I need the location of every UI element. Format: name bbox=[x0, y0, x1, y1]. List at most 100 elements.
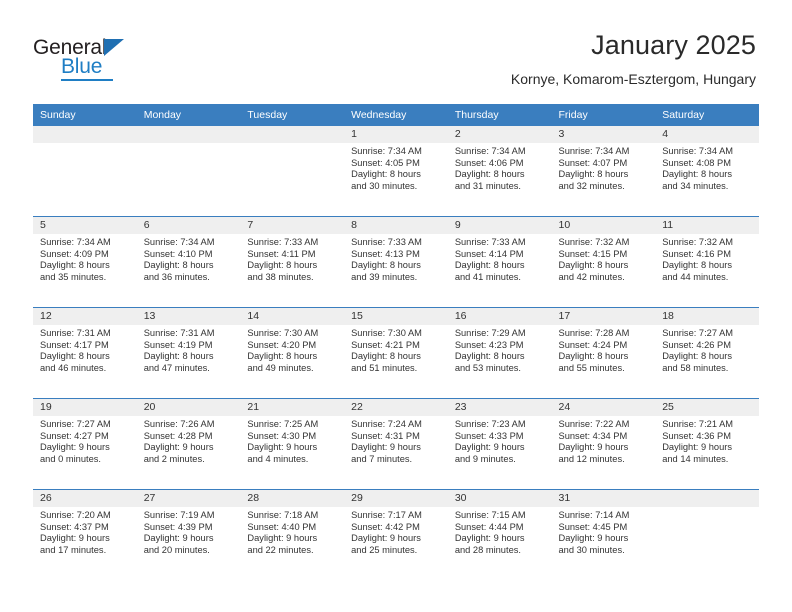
daylight-text-line1: Daylight: 9 hours bbox=[662, 442, 732, 453]
cell-inner: 9 Sunrise: 7:33 AM Sunset: 4:14 PM Daylight… bbox=[447, 217, 552, 307]
sunrise-text: Sunrise: 7:22 AM bbox=[558, 419, 630, 429]
day-number: 4 bbox=[655, 126, 759, 143]
daylight-text-line1: Daylight: 8 hours bbox=[558, 351, 629, 362]
day-number: 3 bbox=[551, 126, 656, 143]
day-number: 6 bbox=[136, 217, 241, 234]
calendar-cell-empty bbox=[240, 126, 345, 217]
calendar-day-cell[interactable]: 15 Sunrise: 7:30 AM Sunset: 4:21 PM Dayligh… bbox=[344, 307, 448, 399]
calendar-day-cell[interactable]: 1 Sunrise: 7:34 AM Sunset: 4:05 PM Daylight… bbox=[344, 126, 448, 217]
calendar-day-cell[interactable]: 23 Sunrise: 7:23 AM Sunset: 4:33 PM Dayligh… bbox=[447, 398, 552, 490]
daylight-text-line1: Daylight: 9 hours bbox=[454, 533, 525, 544]
title-block: January 2025 Kornye, Komarom-Esztergom, … bbox=[511, 28, 756, 88]
calendar-body: 1 Sunrise: 7:34 AM Sunset: 4:05 PM Daylight… bbox=[33, 126, 759, 580]
cell-inner: 29 Sunrise: 7:17 AM Sunset: 4:42 PM Dayligh… bbox=[344, 490, 448, 580]
daylight-text-line1: Daylight: 9 hours bbox=[454, 442, 525, 453]
logo-triangle-icon bbox=[104, 39, 124, 56]
sunset-text: Sunset: 4:14 PM bbox=[454, 248, 524, 259]
calendar-day-cell[interactable]: 25 Sunrise: 7:21 AM Sunset: 4:36 PM Dayligh… bbox=[655, 398, 759, 490]
calendar-day-cell[interactable]: 19 Sunrise: 7:27 AM Sunset: 4:27 PM Dayligh… bbox=[33, 398, 137, 490]
day-number: 26 bbox=[33, 490, 137, 507]
sunset-text: Sunset: 4:06 PM bbox=[454, 157, 524, 168]
day-number: 19 bbox=[33, 399, 137, 416]
calendar-day-cell[interactable]: 8 Sunrise: 7:33 AM Sunset: 4:13 PM Daylight… bbox=[344, 216, 448, 308]
cell-inner: 24 Sunrise: 7:22 AM Sunset: 4:34 PM Dayligh… bbox=[551, 399, 656, 489]
calendar-day-cell[interactable]: 12 Sunrise: 7:31 AM Sunset: 4:17 PM Dayligh… bbox=[33, 307, 137, 399]
sunset-text: Sunset: 4:36 PM bbox=[662, 430, 731, 441]
calendar-day-cell[interactable]: 5 Sunrise: 7:34 AM Sunset: 4:09 PM Daylight… bbox=[33, 216, 137, 308]
daylight-text-line1: Daylight: 9 hours bbox=[558, 442, 629, 453]
daylight-text-line2: and 2 minutes. bbox=[143, 453, 205, 464]
calendar-day-cell[interactable]: 21 Sunrise: 7:25 AM Sunset: 4:30 PM Dayligh… bbox=[240, 398, 345, 490]
calendar-day-cell[interactable]: 3 Sunrise: 7:34 AM Sunset: 4:07 PM Daylight… bbox=[551, 126, 656, 217]
calendar-day-cell[interactable]: 7 Sunrise: 7:33 AM Sunset: 4:11 PM Daylight… bbox=[240, 216, 345, 308]
day-number: 22 bbox=[344, 399, 448, 416]
cell-inner: 5 Sunrise: 7:34 AM Sunset: 4:09 PM Daylight… bbox=[33, 217, 137, 307]
sun-details: Sunrise: 7:27 AM Sunset: 4:27 PM Daylight:… bbox=[33, 416, 137, 465]
daylight-text-line2: and 20 minutes. bbox=[143, 544, 210, 555]
calendar-day-cell[interactable]: 10 Sunrise: 7:32 AM Sunset: 4:15 PM Dayligh… bbox=[551, 216, 656, 308]
sunrise-text: Sunrise: 7:34 AM bbox=[351, 146, 422, 156]
cell-inner: 19 Sunrise: 7:27 AM Sunset: 4:27 PM Dayligh… bbox=[33, 399, 137, 489]
daylight-text-line1: Daylight: 8 hours bbox=[143, 260, 214, 271]
calendar-week-row: 5 Sunrise: 7:34 AM Sunset: 4:09 PM Daylight… bbox=[33, 216, 759, 308]
daylight-text-line2: and 41 minutes. bbox=[454, 271, 521, 282]
sunrise-text: Sunrise: 7:31 AM bbox=[40, 328, 111, 338]
cell-inner: 31 Sunrise: 7:14 AM Sunset: 4:45 PM Dayligh… bbox=[551, 490, 656, 580]
cell-inner: 30 Sunrise: 7:15 AM Sunset: 4:44 PM Dayligh… bbox=[447, 490, 552, 580]
daylight-text-line1: Daylight: 8 hours bbox=[40, 260, 110, 271]
sun-details: Sunrise: 7:34 AM Sunset: 4:09 PM Daylight:… bbox=[33, 234, 137, 283]
sunrise-text: Sunrise: 7:14 AM bbox=[558, 510, 630, 520]
calendar-day-cell[interactable]: 24 Sunrise: 7:22 AM Sunset: 4:34 PM Dayligh… bbox=[551, 398, 656, 490]
sunset-text: Sunset: 4:31 PM bbox=[351, 430, 420, 441]
calendar-week-row: 26 Sunrise: 7:20 AM Sunset: 4:37 PM Dayligh… bbox=[33, 489, 759, 580]
general-blue-logo: General Blue bbox=[33, 36, 153, 82]
calendar-day-cell[interactable]: 4 Sunrise: 7:34 AM Sunset: 4:08 PM Daylight… bbox=[655, 126, 759, 217]
sunset-text: Sunset: 4:39 PM bbox=[143, 521, 213, 532]
calendar-day-cell[interactable]: 31 Sunrise: 7:14 AM Sunset: 4:45 PM Dayligh… bbox=[551, 489, 656, 580]
sunset-text: Sunset: 4:42 PM bbox=[351, 521, 420, 532]
calendar-day-cell[interactable]: 30 Sunrise: 7:15 AM Sunset: 4:44 PM Dayligh… bbox=[447, 489, 552, 580]
calendar-day-cell[interactable]: 17 Sunrise: 7:28 AM Sunset: 4:24 PM Dayligh… bbox=[551, 307, 656, 399]
calendar-day-cell[interactable]: 28 Sunrise: 7:18 AM Sunset: 4:40 PM Dayligh… bbox=[240, 489, 345, 580]
sunset-text: Sunset: 4:44 PM bbox=[454, 521, 524, 532]
calendar-day-cell[interactable]: 27 Sunrise: 7:19 AM Sunset: 4:39 PM Dayligh… bbox=[136, 489, 241, 580]
cell-inner: 28 Sunrise: 7:18 AM Sunset: 4:40 PM Dayligh… bbox=[240, 490, 345, 580]
daylight-text-line1: Daylight: 8 hours bbox=[247, 260, 318, 271]
day-number: 16 bbox=[447, 308, 552, 325]
daylight-text-line1: Daylight: 8 hours bbox=[40, 351, 110, 362]
weekday-header-friday: Friday bbox=[551, 104, 656, 126]
daylight-text-line2: and 39 minutes. bbox=[351, 271, 418, 282]
calendar-day-cell[interactable]: 14 Sunrise: 7:30 AM Sunset: 4:20 PM Dayligh… bbox=[240, 307, 345, 399]
calendar-day-cell[interactable]: 22 Sunrise: 7:24 AM Sunset: 4:31 PM Dayligh… bbox=[344, 398, 448, 490]
weekday-header-wednesday: Wednesday bbox=[344, 104, 448, 126]
day-number: 12 bbox=[33, 308, 137, 325]
daylight-text-line1: Daylight: 9 hours bbox=[40, 533, 110, 544]
calendar-day-cell[interactable]: 9 Sunrise: 7:33 AM Sunset: 4:14 PM Daylight… bbox=[447, 216, 552, 308]
page-subtitle: Kornye, Komarom-Esztergom, Hungary bbox=[510, 71, 756, 87]
calendar-day-cell[interactable]: 16 Sunrise: 7:29 AM Sunset: 4:23 PM Dayligh… bbox=[447, 307, 552, 399]
calendar-day-cell[interactable]: 2 Sunrise: 7:34 AM Sunset: 4:06 PM Daylight… bbox=[447, 126, 552, 217]
daylight-text-line2: and 36 minutes. bbox=[143, 271, 210, 282]
sunset-text: Sunset: 4:27 PM bbox=[40, 430, 109, 441]
cell-inner: 2 Sunrise: 7:34 AM Sunset: 4:06 PM Daylight… bbox=[447, 126, 552, 216]
daylight-text-line2: and 35 minutes. bbox=[40, 271, 107, 282]
calendar-cell-empty bbox=[136, 126, 241, 217]
calendar-day-cell[interactable]: 11 Sunrise: 7:32 AM Sunset: 4:16 PM Dayligh… bbox=[655, 216, 759, 308]
day-number: 8 bbox=[344, 217, 448, 234]
calendar-day-cell[interactable]: 29 Sunrise: 7:17 AM Sunset: 4:42 PM Dayligh… bbox=[344, 489, 448, 580]
cell-inner: 17 Sunrise: 7:28 AM Sunset: 4:24 PM Dayligh… bbox=[551, 308, 656, 398]
calendar-day-cell[interactable]: 26 Sunrise: 7:20 AM Sunset: 4:37 PM Dayligh… bbox=[33, 489, 137, 580]
sun-details: Sunrise: 7:34 AM Sunset: 4:08 PM Daylight:… bbox=[655, 143, 759, 192]
sun-details: Sunrise: 7:23 AM Sunset: 4:33 PM Daylight:… bbox=[448, 416, 552, 465]
daylight-text-line1: Daylight: 8 hours bbox=[558, 169, 629, 180]
day-number: 10 bbox=[551, 217, 656, 234]
cell-inner: 23 Sunrise: 7:23 AM Sunset: 4:33 PM Dayligh… bbox=[447, 399, 552, 489]
calendar-day-cell[interactable]: 18 Sunrise: 7:27 AM Sunset: 4:26 PM Dayligh… bbox=[655, 307, 759, 399]
calendar-day-cell[interactable]: 20 Sunrise: 7:26 AM Sunset: 4:28 PM Dayligh… bbox=[136, 398, 241, 490]
calendar-day-cell[interactable]: 6 Sunrise: 7:34 AM Sunset: 4:10 PM Daylight… bbox=[136, 216, 241, 308]
day-number: 18 bbox=[655, 308, 759, 325]
cell-inner: 25 Sunrise: 7:21 AM Sunset: 4:36 PM Dayligh… bbox=[655, 399, 759, 489]
calendar-day-cell[interactable]: 13 Sunrise: 7:31 AM Sunset: 4:19 PM Dayligh… bbox=[136, 307, 241, 399]
sunset-text: Sunset: 4:16 PM bbox=[662, 248, 731, 259]
daylight-text-line2: and 58 minutes. bbox=[662, 362, 729, 373]
